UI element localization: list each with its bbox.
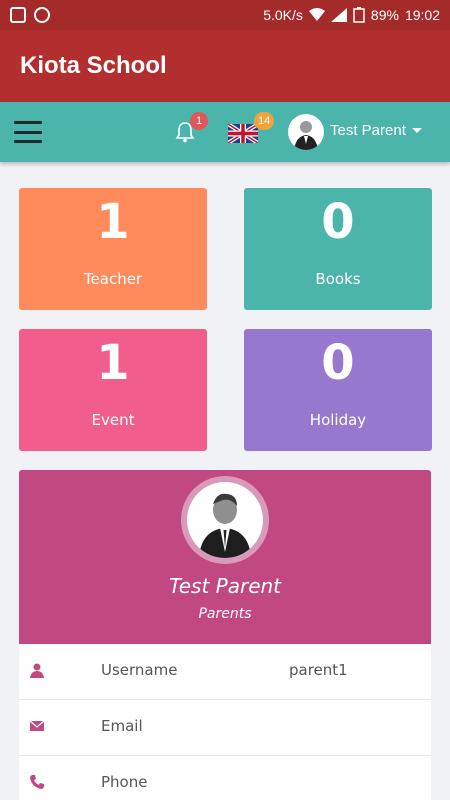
language-badge: 14 bbox=[254, 112, 275, 130]
app-notification-icon bbox=[10, 7, 26, 23]
detail-row-phone: Phone bbox=[19, 756, 431, 800]
detail-key: Email bbox=[101, 717, 143, 735]
detail-key: Username bbox=[101, 661, 178, 679]
holiday-card[interactable]: 0 Holiday bbox=[244, 329, 432, 451]
user-menu[interactable]: Test Parent bbox=[330, 122, 422, 139]
uk-flag-icon[interactable] bbox=[228, 124, 258, 143]
teacher-count: 1 bbox=[96, 194, 130, 250]
notification-badge: 1 bbox=[190, 112, 208, 130]
user-icon bbox=[30, 663, 44, 678]
wifi-icon bbox=[308, 8, 325, 21]
holiday-count: 0 bbox=[321, 335, 355, 391]
books-card[interactable]: 0 Books bbox=[244, 188, 432, 310]
detail-row-email: Email bbox=[19, 700, 431, 756]
status-bar: 5.0K/s 89% 19:02 bbox=[0, 0, 450, 30]
detail-value: parent1 bbox=[289, 661, 348, 679]
detail-row-username: Username parent1 bbox=[19, 644, 431, 700]
app-bar: Kiota School bbox=[0, 30, 450, 102]
network-speed: 5.0K/s bbox=[263, 7, 303, 23]
phone-icon bbox=[30, 775, 44, 789]
books-count: 0 bbox=[321, 194, 355, 250]
profile-details: Username parent1 Email Phone bbox=[19, 644, 431, 800]
detail-key: Phone bbox=[101, 773, 148, 791]
app-title: Kiota School bbox=[20, 52, 167, 79]
battery-level: 89% bbox=[370, 7, 399, 23]
holiday-label: Holiday bbox=[309, 411, 367, 429]
books-label: Books bbox=[315, 270, 361, 288]
avatar[interactable] bbox=[288, 114, 324, 150]
event-card[interactable]: 1 Event bbox=[19, 329, 207, 451]
envelope-icon bbox=[29, 720, 45, 731]
event-label: Event bbox=[91, 411, 135, 429]
signal-icon bbox=[330, 8, 347, 22]
profile-name: Test Parent bbox=[168, 574, 282, 598]
profile-role: Parents bbox=[198, 606, 252, 622]
teacher-card[interactable]: 1 Teacher bbox=[19, 188, 207, 310]
caret-down-icon bbox=[411, 128, 422, 133]
top-navbar: 1 14 Test Parent bbox=[0, 102, 450, 162]
event-count: 1 bbox=[96, 335, 130, 391]
profile-card: Test Parent Parents bbox=[19, 470, 431, 644]
profile-avatar bbox=[181, 476, 269, 564]
clock: 19:02 bbox=[404, 7, 440, 23]
menu-icon[interactable] bbox=[14, 121, 42, 143]
whatsapp-icon bbox=[34, 7, 50, 23]
user-name: Test Parent bbox=[330, 122, 406, 139]
battery-icon bbox=[353, 7, 365, 23]
teacher-label: Teacher bbox=[83, 270, 143, 288]
